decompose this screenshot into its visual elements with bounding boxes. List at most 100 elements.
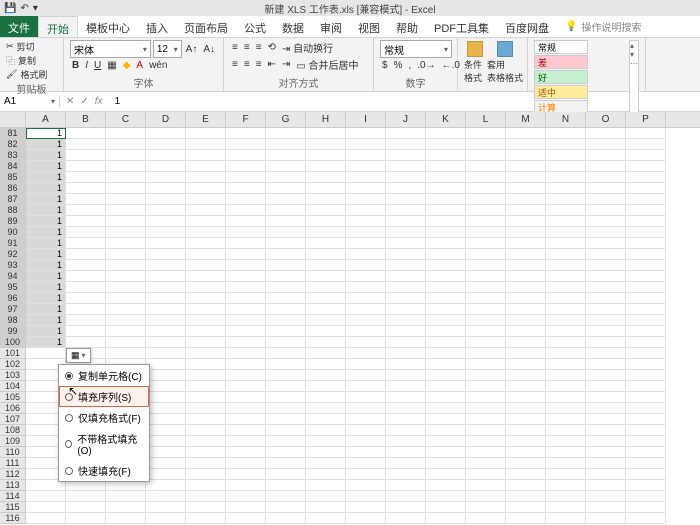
cell[interactable] [386,304,426,315]
cell[interactable] [506,128,546,139]
cell[interactable] [226,381,266,392]
cell[interactable] [426,425,466,436]
cell[interactable] [106,194,146,205]
cell[interactable] [306,194,346,205]
cell[interactable] [146,337,186,348]
cell[interactable] [146,139,186,150]
cell[interactable] [386,238,426,249]
column-header[interactable]: D [146,112,186,127]
cell[interactable] [466,513,506,524]
cell[interactable] [226,205,266,216]
cell[interactable] [186,403,226,414]
cell[interactable]: 1 [26,227,66,238]
format-painter-button[interactable]: 🖌 格式刷 [6,68,57,81]
cell[interactable] [386,337,426,348]
cell[interactable] [266,238,306,249]
cell[interactable] [186,205,226,216]
cell[interactable] [66,128,106,139]
cell[interactable] [506,392,546,403]
cell[interactable] [386,359,426,370]
cell[interactable] [346,139,386,150]
cell[interactable] [266,326,306,337]
row-header[interactable]: 85 [0,172,26,183]
row-header[interactable]: 88 [0,205,26,216]
cell[interactable] [306,293,346,304]
cell[interactable] [26,348,66,359]
cell[interactable] [466,491,506,502]
cell[interactable] [586,260,626,271]
cell[interactable] [426,359,466,370]
cell[interactable] [26,513,66,524]
cell[interactable] [146,513,186,524]
cell[interactable] [346,370,386,381]
tab-帮助[interactable]: 帮助 [388,16,426,37]
cell[interactable] [546,315,586,326]
cell[interactable] [346,260,386,271]
format-as-table-button[interactable]: 套用 表格格式 [489,40,521,84]
cell[interactable] [426,502,466,513]
cell[interactable]: 1 [26,161,66,172]
cell[interactable] [266,370,306,381]
cell[interactable] [66,194,106,205]
cell[interactable] [506,337,546,348]
cell[interactable] [346,425,386,436]
column-header[interactable]: I [346,112,386,127]
cell[interactable] [386,392,426,403]
cell[interactable] [386,161,426,172]
cell[interactable] [266,480,306,491]
style-cell[interactable]: 常规 [534,40,588,54]
cell[interactable] [426,183,466,194]
column-header[interactable]: P [626,112,666,127]
cell[interactable] [346,491,386,502]
cell[interactable] [506,480,546,491]
autofill-options-button[interactable]: ▦▾ [66,348,91,363]
cell[interactable] [306,414,346,425]
cell[interactable] [226,315,266,326]
cell[interactable] [66,249,106,260]
cell[interactable] [226,227,266,238]
font-color-button[interactable]: A [134,60,145,71]
cell[interactable] [466,348,506,359]
cell[interactable] [466,227,506,238]
cell[interactable] [626,183,666,194]
row-header[interactable]: 103 [0,370,26,381]
cell[interactable] [186,216,226,227]
cell[interactable] [306,183,346,194]
cell[interactable] [306,271,346,282]
cell[interactable] [186,425,226,436]
cell[interactable] [506,260,546,271]
cell[interactable] [626,315,666,326]
cell[interactable]: 1 [26,128,66,139]
cell[interactable] [266,216,306,227]
cell[interactable] [66,238,106,249]
cell[interactable] [386,216,426,227]
cell[interactable] [466,458,506,469]
cell[interactable] [626,216,666,227]
cell[interactable] [346,403,386,414]
cell[interactable] [306,216,346,227]
cell[interactable] [626,370,666,381]
cell[interactable] [266,447,306,458]
cell[interactable] [66,271,106,282]
cell[interactable] [546,491,586,502]
cell[interactable] [466,282,506,293]
column-header[interactable]: B [66,112,106,127]
cell[interactable] [66,326,106,337]
cell[interactable] [506,249,546,260]
cell[interactable] [306,304,346,315]
cell[interactable] [426,205,466,216]
cell[interactable] [186,436,226,447]
cell[interactable] [346,414,386,425]
cell[interactable] [386,282,426,293]
row-header[interactable]: 109 [0,436,26,447]
cell[interactable] [146,260,186,271]
cell[interactable] [346,326,386,337]
cell[interactable] [346,348,386,359]
cell[interactable] [586,480,626,491]
cell[interactable] [386,315,426,326]
cell[interactable] [506,271,546,282]
row-header[interactable]: 84 [0,161,26,172]
cell[interactable] [106,271,146,282]
row-header[interactable]: 90 [0,227,26,238]
row-header[interactable]: 97 [0,304,26,315]
